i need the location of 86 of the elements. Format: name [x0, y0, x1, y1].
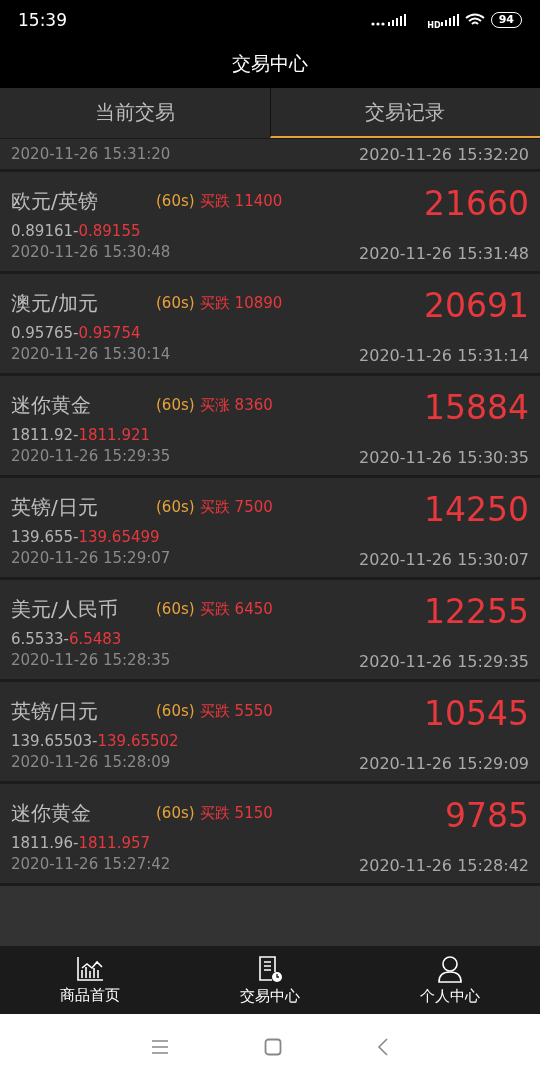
- trade-amount: 11400: [234, 192, 283, 210]
- trade-row[interactable]: 英镑/日元 (60s) 买跌 7500 139.655-139.65499 2020-11-26 15:29:07 14250 2020-11-26 15:30:07: [0, 478, 540, 580]
- trade-row[interactable]: 美元/人民币 (60s) 买跌 6450 6.5533-6.5483 2020-11-26 15:28:35 12255 2020-11-26 15:29:35: [0, 580, 540, 682]
- close-time: 2020-11-26 15:30:07: [359, 550, 529, 569]
- open-time: 2020-11-26 15:28:09: [11, 753, 172, 771]
- open-price: 1811.92-: [11, 426, 79, 444]
- trade-amount: 5550: [234, 702, 273, 720]
- open-time: 2020-11-26 15:31:20: [11, 145, 171, 163]
- trade-direction: 买跌: [199, 293, 230, 313]
- trade-direction: 买跌: [199, 803, 230, 823]
- close-time: 2020-11-26 15:31:14: [359, 346, 529, 365]
- close-time: 2020-11-26 15:31:48: [359, 244, 529, 263]
- back-icon[interactable]: [377, 1038, 389, 1056]
- product-name: 英镑/日元: [11, 493, 99, 521]
- product-name: 澳元/加元: [11, 289, 99, 317]
- close-price: 139.65499: [78, 528, 160, 546]
- duration: (60s): [156, 702, 195, 720]
- trade-amount: 6450: [234, 600, 273, 618]
- open-price: 0.95765-: [11, 324, 79, 342]
- trade-amount: 7500: [234, 498, 273, 516]
- close-price: 139.65502: [97, 732, 179, 750]
- trade-amount: 8360: [234, 396, 273, 414]
- trade-amount: 5150: [234, 804, 273, 822]
- trade-direction: 买跌: [199, 497, 230, 517]
- trade-direction: 买跌: [199, 191, 230, 211]
- trade-direction: 买跌: [199, 701, 230, 721]
- close-time: 2020-11-26 15:29:09: [359, 754, 529, 773]
- open-time: 2020-11-26 15:29:07: [11, 549, 172, 567]
- document-clock-icon: [256, 954, 284, 983]
- profit-amount: 21660: [424, 184, 529, 223]
- profit-amount: 9785: [445, 796, 529, 835]
- duration: (60s): [156, 396, 195, 414]
- open-price: 0.89161-: [11, 222, 79, 240]
- nav-item[interactable]: 交易中心: [180, 946, 360, 1014]
- open-price: 139.65503-: [11, 732, 98, 750]
- bar-chart-icon: [76, 955, 104, 982]
- trade-row[interactable]: 英镑/日元 (60s) 买跌 5550 139.65503-139.65502 2020-11-26 15:28:09 10545 2020-11-26 15:29:09: [0, 682, 540, 784]
- duration: (60s): [156, 294, 195, 312]
- duration: (60s): [156, 192, 195, 210]
- close-time: 2020-11-26 15:30:35: [359, 448, 529, 467]
- network-label: HD: [427, 20, 441, 30]
- close-time: 2020-11-26 15:32:20: [359, 144, 529, 164]
- profit-amount: 15884: [424, 388, 529, 427]
- menu-icon[interactable]: [151, 1040, 169, 1054]
- open-time: 2020-11-26 15:28:35: [11, 651, 172, 669]
- open-price: 139.655-: [11, 528, 79, 546]
- trade-direction: 买涨: [199, 395, 230, 415]
- close-time: 2020-11-26 15:28:42: [359, 856, 529, 875]
- duration: (60s): [156, 804, 195, 822]
- trade-row[interactable]: 迷你黄金 (60s) 买涨 8360 1811.92-1811.921 2020-11-26 15:29:35 15884 2020-11-26 15:30:35: [0, 376, 540, 478]
- close-price: 0.95754: [78, 324, 141, 342]
- product-name: 英镑/日元: [11, 697, 99, 725]
- trade-amount: 10890: [234, 294, 283, 312]
- close-price: 0.89155: [78, 222, 141, 240]
- close-price: 6.5483: [68, 630, 122, 648]
- nav-item[interactable]: 个人中心: [360, 946, 540, 1014]
- open-price: 1811.96-: [11, 834, 79, 852]
- open-time: 2020-11-26 15:30:14: [11, 345, 172, 363]
- duration: (60s): [156, 498, 195, 516]
- tab[interactable]: 当前交易: [0, 88, 270, 138]
- open-time: 2020-11-26 15:29:35: [11, 447, 172, 465]
- page-title: 交易中心: [232, 51, 308, 76]
- trade-direction: 买跌: [199, 599, 230, 619]
- home-icon[interactable]: [264, 1038, 282, 1056]
- product-name: 迷你黄金: [11, 391, 92, 419]
- person-icon: [437, 954, 463, 983]
- trade-row[interactable]: 欧元/英镑 (60s) 买跌 11400 0.89161-0.89155 2020-11-26 15:30:48 21660 2020-11-26 15:31:48: [0, 172, 540, 274]
- status-time: 15:39: [18, 10, 67, 30]
- close-price: 1811.921: [78, 426, 151, 444]
- profit-amount: 10545: [424, 694, 529, 733]
- profit-amount: 20691: [424, 286, 529, 325]
- open-time: 2020-11-26 15:30:48: [11, 243, 172, 261]
- close-time: 2020-11-26 15:29:35: [359, 652, 529, 671]
- open-price: 6.5533-: [11, 630, 69, 648]
- product-name: 欧元/英镑: [11, 187, 99, 215]
- profit-amount: 12255: [424, 592, 529, 631]
- product-name: 美元/人民币: [11, 595, 119, 623]
- duration: (60s): [156, 600, 195, 618]
- profit-amount: 14250: [424, 490, 529, 529]
- trade-row[interactable]: 澳元/加元 (60s) 买跌 10890 0.95765-0.95754 2020-11-26 15:30:14 20691 2020-11-26 15:31:14: [0, 274, 540, 376]
- tab[interactable]: 交易记录: [269, 88, 540, 138]
- open-time: 2020-11-26 15:27:42: [11, 855, 172, 873]
- product-name: 迷你黄金: [11, 799, 92, 827]
- wifi-icon: [464, 13, 485, 27]
- nav-item[interactable]: 商品首页: [0, 946, 180, 1014]
- close-price: 1811.957: [78, 834, 151, 852]
